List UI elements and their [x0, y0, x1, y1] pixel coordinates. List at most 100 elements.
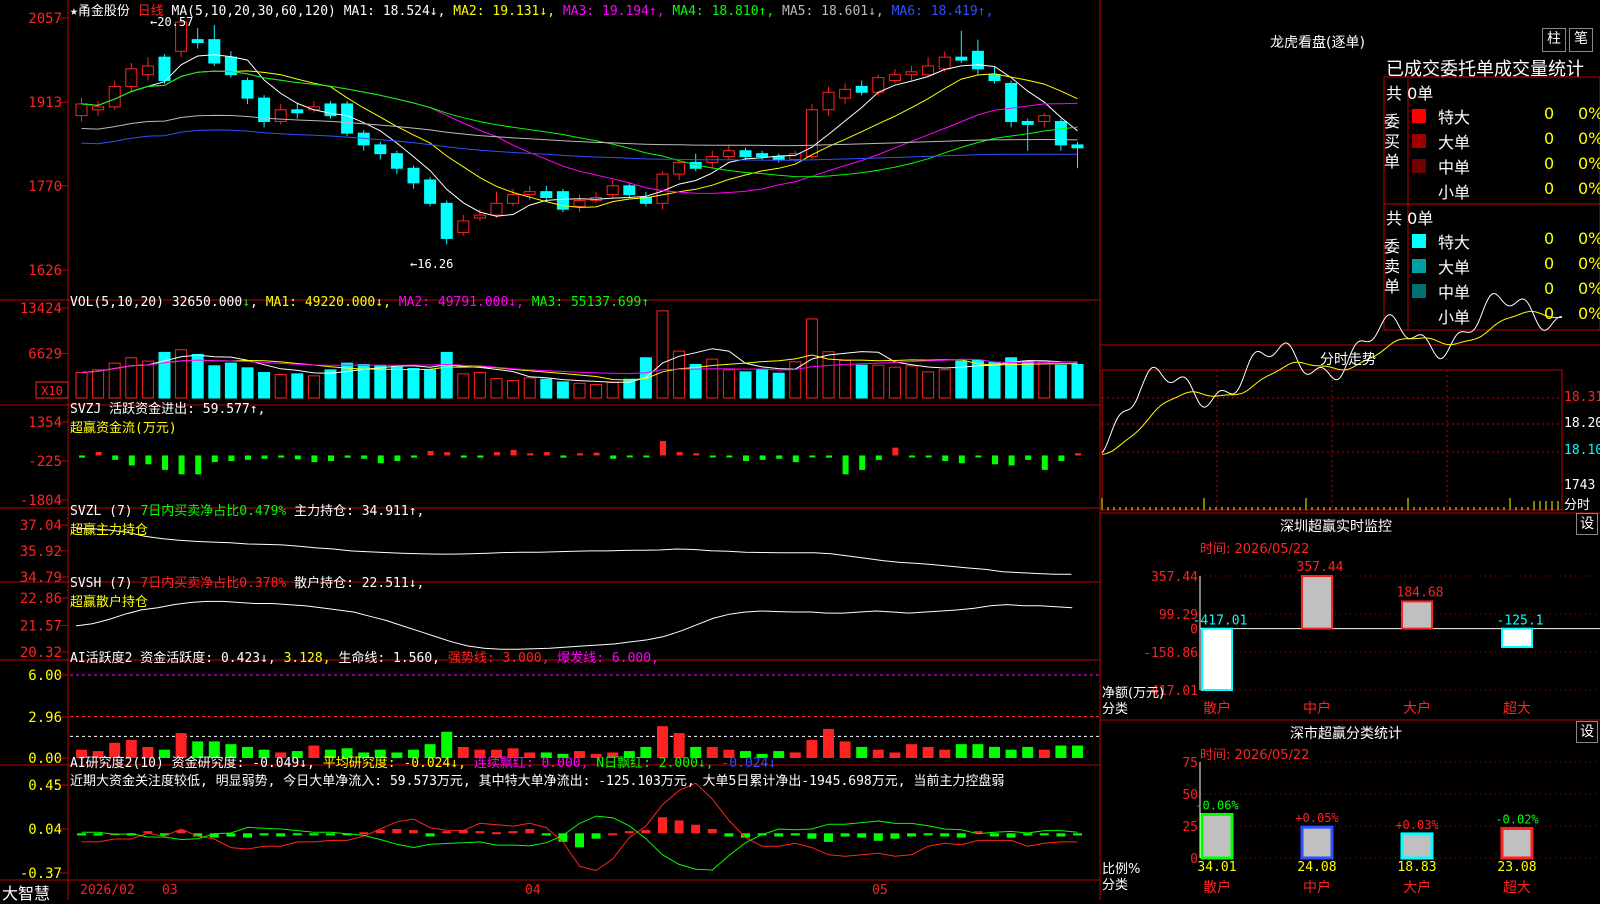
volume-unit-label: X10 [41, 384, 63, 398]
classify-bar [1200, 812, 1234, 860]
svzl-header: SVZL (7) 7日内买卖净占比0.479% 主力持仓: 34.911↑, 超… [70, 500, 424, 538]
research-bar [907, 833, 916, 837]
activity-bar [989, 746, 1000, 758]
classify-title: 深市超赢分类统计 [1290, 726, 1402, 742]
activity-bar [1055, 745, 1067, 758]
research-bar [873, 833, 883, 841]
buy-row-name-3: 中单 [1438, 158, 1471, 177]
money-flow-bar [1008, 455, 1015, 466]
monitor-bar-label: 184.68 [1397, 585, 1444, 600]
research-bar [774, 833, 784, 837]
stroke-mode-button[interactable]: 笔 [1569, 28, 1593, 52]
candle [390, 153, 403, 169]
vol-ma-1: MA1: 49220.000↓, [265, 295, 391, 310]
activity-bar [806, 740, 818, 758]
monitor-tick-label: -158.86 [1143, 646, 1198, 661]
intraday-tick-2: 18.20 [1564, 416, 1600, 431]
research-bar [226, 833, 236, 837]
research-bar [425, 833, 435, 837]
candle [341, 103, 354, 134]
candle [756, 153, 769, 158]
ma-value-1: MA1: 18.524↓, [343, 4, 446, 19]
money-flow-bar [776, 455, 783, 459]
candle [191, 39, 204, 44]
research-bar [591, 833, 601, 839]
classify-value-label: 24.08 [1297, 860, 1336, 875]
buy-swatch-2 [1412, 134, 1426, 148]
candle [507, 194, 520, 204]
ai1-label3: 生命线: 1.560, [338, 651, 440, 666]
period-label[interactable]: 日线 [138, 4, 164, 19]
volume-bar [208, 365, 221, 399]
monitor-category-label: 超大 [1503, 701, 1531, 717]
money-flow-bar [809, 455, 816, 458]
bar-mode-button[interactable]: 柱 [1542, 28, 1566, 52]
ma-line-20 [81, 70, 1078, 194]
svzl-sub: 超赢主力持仓 [70, 523, 149, 538]
volume-bar [374, 365, 387, 399]
svzl-label1: SVZL (7) [70, 504, 133, 519]
sell-total: 共 0单 [1386, 209, 1434, 228]
money-flow-bar [577, 453, 583, 456]
svsh-tick-label: 22.86 [20, 591, 62, 607]
candle [922, 65, 935, 76]
ai1-header: AI活跃度2 资金活跃度: 0.423↓, 3.128, 生命线: 1.560,… [70, 647, 659, 666]
candle [1054, 120, 1067, 146]
activity-bar [889, 752, 901, 758]
intraday-vol-label: 分时 [1564, 498, 1591, 513]
research-bar [525, 829, 535, 834]
volume-bar [125, 357, 138, 399]
classify-settings-button[interactable]: 设 [1576, 721, 1598, 743]
volume-bar [656, 310, 669, 399]
volume-bar [1038, 361, 1051, 399]
candle [540, 191, 553, 198]
money-flow-bar [660, 440, 666, 456]
sell-row-v-3: 0 [1544, 279, 1555, 298]
vol-ma-3: MA3: 55137.699↑ [523, 295, 650, 310]
volume-bar [258, 372, 271, 399]
date-april: 04 [525, 883, 541, 898]
volume-bar [772, 372, 785, 399]
volume-bar [92, 369, 105, 399]
sell-row-v-1: 0 [1544, 229, 1555, 248]
sell-row-name-3: 中单 [1438, 283, 1471, 302]
monitor-bar-label: 357.44 [1297, 560, 1344, 575]
monitor-category-label: 大户 [1403, 700, 1431, 717]
volume-bar [141, 360, 154, 399]
research-bar [956, 833, 966, 838]
candle [789, 153, 802, 160]
buy-swatch-4 [1412, 184, 1426, 198]
research-bar [276, 833, 286, 837]
monitor-settings-button[interactable]: 设 [1576, 513, 1598, 535]
ai1-label1: AI活跃度2 资金活跃度: 0.423↓, [70, 651, 276, 666]
buy-total: 共 0单 [1386, 84, 1434, 103]
sell-row-p-1: 0% [1578, 229, 1600, 248]
volume-bar [324, 369, 337, 399]
svzl-label2: 7日内买卖净占比0.479% [140, 504, 287, 519]
research-bar [840, 833, 850, 837]
volume-bar [855, 364, 868, 399]
buy-row-p-1: 0% [1578, 104, 1600, 123]
candle [490, 202, 503, 216]
candle [938, 56, 951, 70]
candle [905, 71, 918, 76]
money-flow-bar [294, 455, 301, 460]
candle [1038, 115, 1051, 122]
candle [822, 91, 835, 111]
candle [722, 150, 735, 158]
classify-tick-label: 25 [1182, 820, 1198, 835]
candle [108, 85, 121, 108]
money-flow-bar [328, 455, 334, 461]
svzl-tick-label: 34.79 [20, 570, 62, 586]
buy-swatch-3 [1412, 159, 1426, 173]
volume-bar [274, 374, 287, 399]
candle [473, 214, 486, 219]
buy-swatch-1 [1412, 109, 1426, 123]
volume-bar [1071, 363, 1084, 399]
research-bar [575, 833, 584, 848]
buy-row-name-2: 大单 [1438, 133, 1471, 152]
svzj-tick-label: 1354 [28, 415, 62, 431]
price-tick-label: 1626 [28, 263, 62, 279]
buy-row-p-3: 0% [1578, 154, 1600, 173]
volume-bar [573, 382, 586, 399]
